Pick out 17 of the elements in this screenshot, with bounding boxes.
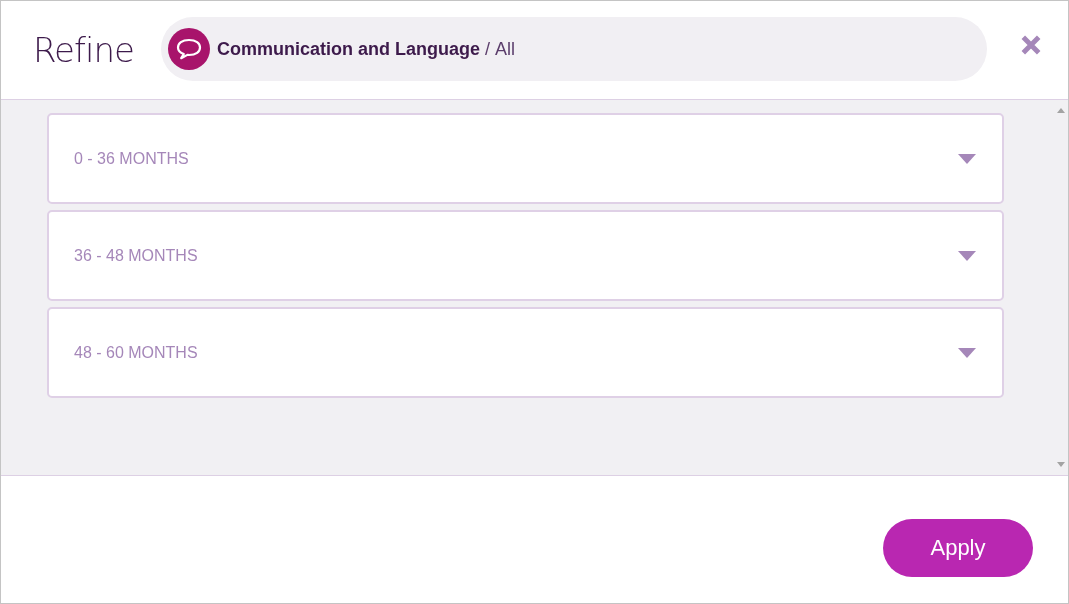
accordion-item[interactable]: 36 - 48 MONTHS — [47, 210, 1004, 301]
caret-icon — [958, 153, 976, 164]
apply-button[interactable]: Apply — [883, 518, 1033, 577]
accordion-item[interactable]: 48 - 60 MONTHS — [47, 307, 1004, 398]
caret-icon — [958, 250, 976, 261]
section-label: 36 - 48 MONTHS — [74, 246, 198, 265]
scroll-up-icon[interactable] — [1057, 108, 1065, 113]
speech-bubble-icon — [168, 28, 210, 70]
dialog-title: Refine — [33, 30, 135, 70]
caret-icon — [958, 347, 976, 358]
breadcrumb-separator: / — [485, 38, 491, 60]
subcategory-label: All — [495, 38, 516, 60]
scroll-down-icon[interactable] — [1057, 462, 1065, 467]
section-label: 0 - 36 MONTHS — [74, 149, 189, 168]
accordion-item[interactable]: 0 - 36 MONTHS — [47, 113, 1004, 204]
category-label: Communication and Language — [217, 38, 480, 60]
section-label: 48 - 60 MONTHS — [74, 343, 198, 362]
